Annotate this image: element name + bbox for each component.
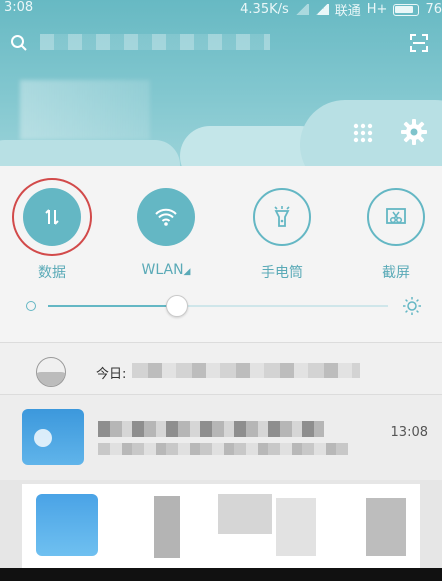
- toggle-flashlight-label: 手电筒: [261, 265, 303, 281]
- blurred-weather-text: [20, 80, 150, 140]
- screen-bottom-edge: [0, 568, 442, 581]
- blurred-block: [366, 498, 406, 556]
- blurred-block: [276, 498, 316, 556]
- brightness-thumb[interactable]: [166, 295, 188, 317]
- network-type: H+: [366, 2, 388, 17]
- toggle-screenshot-label: 截屏: [382, 265, 410, 281]
- toggle-screenshot-button[interactable]: [367, 188, 425, 246]
- toggle-wlan-button[interactable]: [137, 188, 195, 246]
- brightness-fill: [48, 305, 177, 307]
- toggle-flashlight-button[interactable]: [253, 188, 311, 246]
- signal-icon: [314, 4, 329, 15]
- blurred-block: [36, 494, 98, 556]
- carrier-name: 联通: [334, 4, 361, 19]
- toggle-mobile-data-label: 数据: [38, 265, 66, 281]
- gear-icon[interactable]: [400, 118, 428, 146]
- notification-time: 13:08: [390, 425, 428, 440]
- quick-settings-panel: 数据 WLAN◢ 手电筒 截屏: [0, 166, 442, 342]
- toggle-wlan[interactable]: WLAN◢: [126, 188, 206, 288]
- battery-icon: [393, 3, 420, 16]
- notification-shade: 3:08 4.35K/s 联通 H+ 76 数据 WLAN◢ 手电筒 截屏 今日…: [0, 0, 442, 581]
- sun-icon: [403, 297, 421, 315]
- cloud-decoration: [0, 140, 180, 166]
- brightness-slider[interactable]: [26, 294, 422, 318]
- blurred-block: [218, 494, 272, 534]
- search-icon[interactable]: [10, 34, 28, 52]
- brightness-low-icon: [26, 301, 36, 311]
- status-indicators: 4.35K/s 联通 H+ 76: [240, 0, 442, 19]
- app-icon: [22, 409, 84, 465]
- brightness-track[interactable]: [48, 295, 388, 317]
- weather-icon: [36, 357, 66, 387]
- battery-level: 76: [425, 2, 442, 17]
- screenshot-icon: [386, 208, 406, 224]
- search-text-blurred[interactable]: [40, 34, 270, 50]
- today-weather-row[interactable]: 今日:: [0, 342, 442, 394]
- notification-item[interactable]: 13:08: [0, 394, 442, 480]
- net-speed: 4.35K/s: [240, 2, 289, 17]
- wifi-icon: [155, 208, 177, 226]
- toggle-wlan-label: WLAN◢: [141, 262, 191, 278]
- search-bar[interactable]: [10, 28, 432, 60]
- today-text-blurred: [132, 363, 360, 378]
- signal-icon: [294, 4, 309, 15]
- blurred-notification-strip: [22, 484, 420, 568]
- highlight-ring: [12, 178, 92, 256]
- scan-icon[interactable]: [410, 34, 428, 52]
- notification-title-blurred: [98, 421, 324, 437]
- status-bar: 3:08 4.35K/s 联通 H+ 76: [0, 0, 442, 19]
- today-label: 今日:: [96, 367, 127, 382]
- status-time: 3:08: [4, 0, 34, 15]
- blurred-block: [154, 496, 180, 558]
- toggle-screenshot[interactable]: 截屏: [356, 188, 436, 288]
- toggle-flashlight[interactable]: 手电筒: [242, 188, 322, 288]
- header: 3:08 4.35K/s 联通 H+ 76: [0, 0, 442, 166]
- grid-icon[interactable]: [352, 122, 374, 144]
- flashlight-icon: [274, 206, 290, 227]
- notification-body-blurred: [98, 443, 348, 455]
